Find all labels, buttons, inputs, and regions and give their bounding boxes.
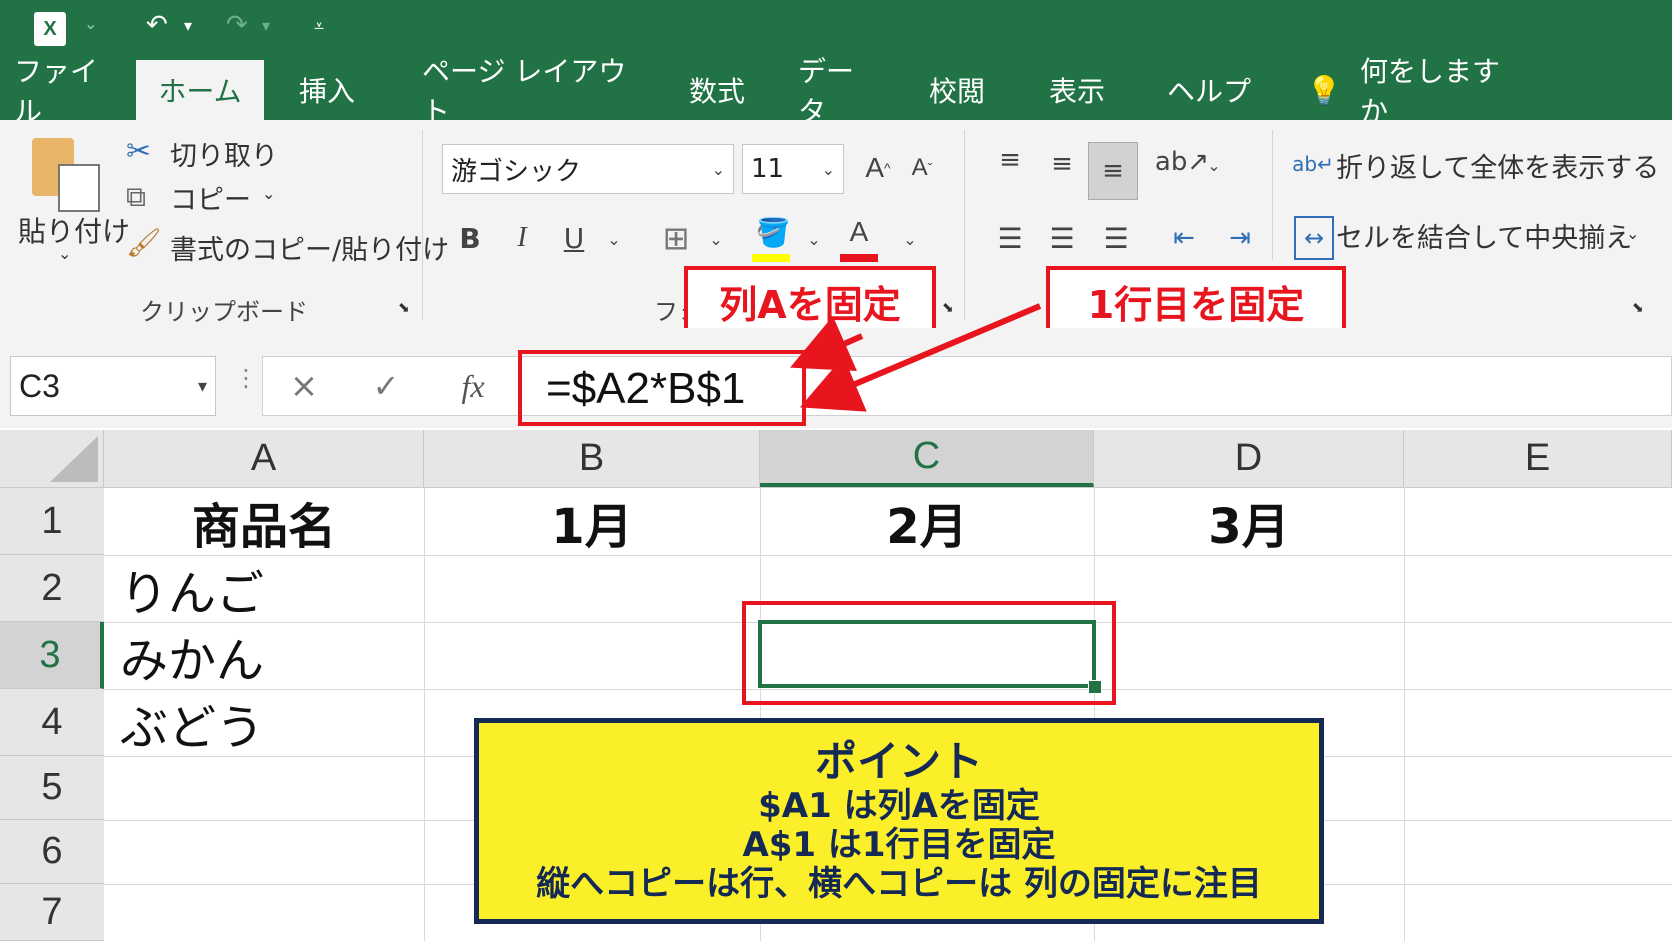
fill-handle[interactable] [1088, 680, 1102, 694]
point-line-2: A$1 は1行目を固定 [742, 824, 1056, 865]
cell-d1[interactable]: 3月 [1094, 488, 1404, 555]
active-cell-c3[interactable] [758, 620, 1096, 688]
point-title: ポイント [814, 737, 983, 787]
row-header-5[interactable]: 5 [0, 756, 104, 820]
point-box: ポイント $A1 は列Aを固定 A$1 は1行目を固定 縦へコピーは行、横へコピ… [474, 718, 1324, 924]
column-header-d[interactable]: D [1094, 430, 1404, 487]
select-all-corner[interactable] [0, 430, 104, 487]
column-header-a[interactable]: A [104, 430, 424, 487]
arrow-column-fixed [790, 316, 864, 371]
column-header-b[interactable]: B [424, 430, 760, 487]
cell-c1[interactable]: 2月 [760, 488, 1094, 555]
cell-b1[interactable]: 1月 [424, 488, 760, 555]
column-header-c[interactable]: C [760, 430, 1094, 487]
point-line-3: 縦へコピーは行、横へコピーは 列の固定に注目 [536, 863, 1262, 904]
row-header-4[interactable]: 4 [0, 689, 104, 756]
cell-a3[interactable]: みかん [120, 622, 420, 689]
column-headers: A B C D E [0, 430, 1672, 488]
cell-a1[interactable]: 商品名 [104, 488, 424, 555]
row-header-2[interactable]: 2 [0, 555, 104, 622]
point-line-1: $A1 は列Aを固定 [758, 785, 1040, 826]
row-header-6[interactable]: 6 [0, 820, 104, 884]
select-all-triangle-icon [50, 436, 98, 482]
column-header-e[interactable]: E [1404, 430, 1672, 487]
row-header-3[interactable]: 3 [0, 622, 104, 689]
row-header-1[interactable]: 1 [0, 488, 104, 555]
cell-a2[interactable]: りんご [120, 555, 420, 622]
cell-a4[interactable]: ぶどう [120, 689, 420, 756]
row-header-7[interactable]: 7 [0, 884, 104, 941]
arrow-row-fixed [799, 303, 1042, 412]
